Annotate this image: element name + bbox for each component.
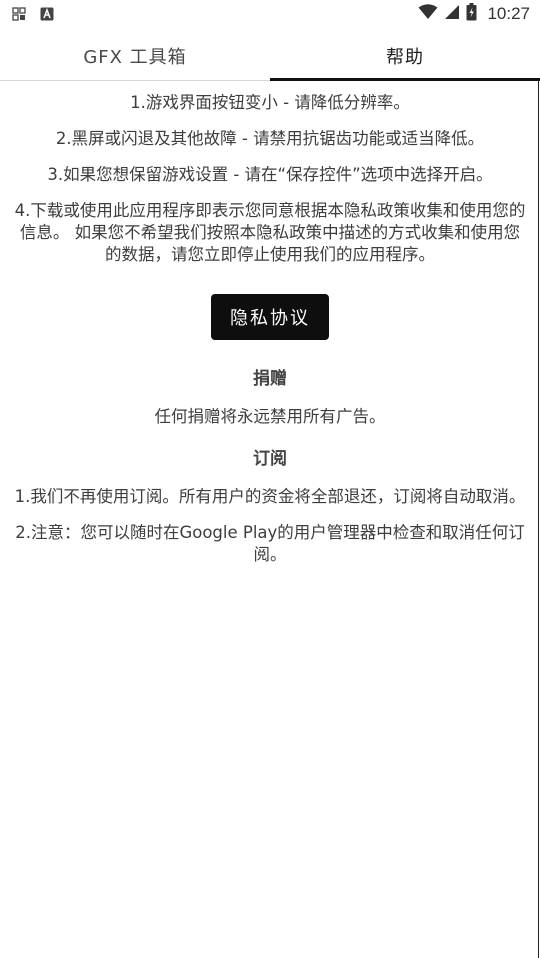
- subscription-paragraph-1: 1.我们不再使用订阅。所有用户的资金将全部退还，订阅将自动取消。: [14, 487, 526, 506]
- status-time: 10:27: [487, 4, 530, 23]
- tab-gfx-toolbox[interactable]: GFX 工具箱: [0, 32, 270, 80]
- status-left: [12, 6, 54, 25]
- help-paragraph-1: 1.游戏界面按钮变小 - 请降低分辨率。: [130, 93, 410, 112]
- help-paragraph-3: 3.如果您想保留游戏设置 - 请在“保存控件”选项中选择开启。: [47, 165, 493, 184]
- wifi-icon: [418, 4, 438, 24]
- tab-help[interactable]: 帮助: [270, 32, 540, 81]
- donation-text: 任何捐赠将永远禁用所有广告。: [154, 407, 386, 426]
- notification-grid-icon: [12, 6, 26, 25]
- a-app-icon: [40, 6, 54, 25]
- help-content: 1.游戏界面按钮变小 - 请降低分辨率。 2.黑屏或闪退及其他故障 - 请禁用抗…: [12, 92, 528, 580]
- status-right: 10:27: [418, 3, 530, 25]
- help-paragraph-4: 4.下载或使用此应用程序即表示您同意根据本隐私政策收集和使用您的信息。 如果您不…: [14, 201, 526, 264]
- help-paragraph-2: 2.黑屏或闪退及其他故障 - 请禁用抗锯齿功能或适当降低。: [55, 129, 485, 148]
- privacy-policy-button[interactable]: 隐私协议: [211, 294, 329, 340]
- subscription-title: 订阅: [253, 449, 287, 469]
- donation-title: 捐赠: [253, 369, 287, 389]
- battery-icon: [466, 3, 477, 25]
- signal-icon: [444, 4, 460, 24]
- scroll-edge-divider: [538, 80, 539, 958]
- status-bar: 10:27: [0, 0, 540, 30]
- tab-bar: GFX 工具箱 帮助: [0, 32, 540, 81]
- subscription-paragraph-2: 2.注意：您可以随时在Google Play的用户管理器中检查和取消任何订阅。: [15, 523, 525, 564]
